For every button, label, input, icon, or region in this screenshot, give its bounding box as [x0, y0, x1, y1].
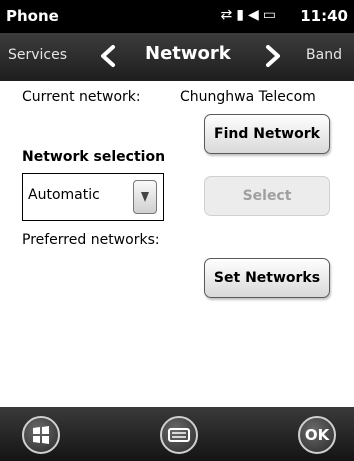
app-title: Phone [6, 7, 59, 25]
windows-icon [33, 426, 49, 444]
chevron-left-icon[interactable] [93, 41, 123, 71]
nav-next-band[interactable]: Band [306, 47, 342, 63]
select-button[interactable]: Select [204, 176, 330, 216]
nav-prev-services[interactable]: Services [8, 47, 67, 63]
bottom-bar: OK [0, 407, 354, 461]
current-network-value: Chunghwa Telecom [180, 89, 316, 105]
start-button[interactable] [22, 416, 60, 454]
page-nav-bar: Services Network Band [0, 33, 354, 81]
keyboard-button[interactable] [160, 416, 198, 454]
network-settings-panel: Current network: Chunghwa Telecom Find N… [0, 81, 354, 407]
dropdown-arrow-icon[interactable] [133, 180, 157, 214]
chevron-right-icon[interactable] [258, 41, 288, 71]
signal-icon: ▮ [236, 7, 248, 23]
preferred-networks-label: Preferred networks: [22, 232, 160, 248]
find-network-button[interactable]: Find Network [204, 114, 330, 154]
ok-button[interactable]: OK [298, 416, 336, 454]
battery-icon: ▭ [262, 7, 280, 23]
status-bar: Phone ⇄▮◀▭ 11:40 [0, 0, 354, 33]
clock[interactable]: 11:40 [300, 7, 348, 25]
status-icons: ⇄▮◀▭ [221, 7, 280, 23]
network-selection-label: Network selection [22, 149, 166, 165]
nav-current-network: Network [145, 43, 231, 64]
chevron-down-icon [141, 192, 149, 202]
network-selection-dropdown[interactable]: Automatic [22, 173, 164, 221]
volume-icon: ◀ [247, 7, 263, 23]
set-networks-button[interactable]: Set Networks [204, 258, 330, 298]
network-selection-value: Automatic [28, 187, 100, 203]
current-network-label: Current network: [22, 89, 141, 105]
keyboard-icon [168, 428, 190, 442]
data-sync-icon: ⇄ [220, 7, 237, 23]
